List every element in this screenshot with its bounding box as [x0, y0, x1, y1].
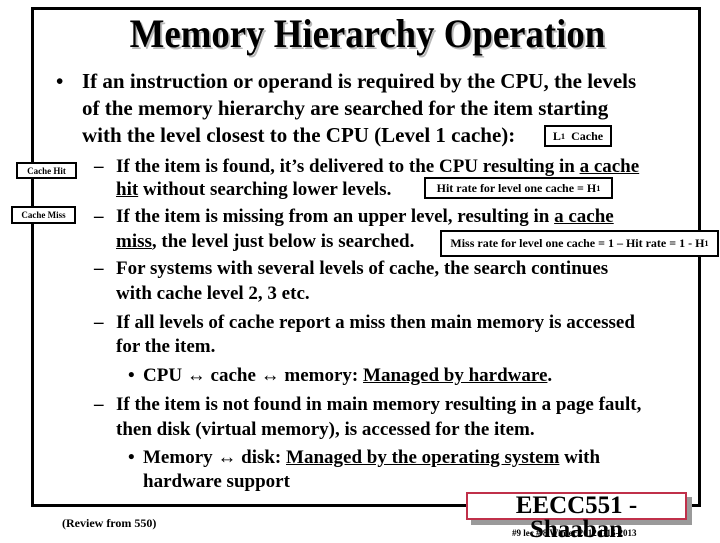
hit-rate-sub: 1 [596, 183, 601, 193]
course-badge: EECC551 - Shaaban [466, 492, 687, 542]
page-fault-line-2: then disk (virtual memory), is accessed … [116, 419, 535, 440]
l1-suffix: Cache [571, 128, 604, 143]
main-bullet-line-1: If an instruction or operand is required… [82, 69, 637, 93]
slide-title: Memory Hierarchy Operation [129, 11, 606, 56]
miss-line-2: miss, the level just below is searched. [116, 231, 414, 253]
l1-sub: 1 [560, 131, 566, 141]
miss-term: miss [116, 231, 152, 252]
page-fault-line-1: If the item is not found in main memory … [116, 394, 642, 415]
l1-label: L [552, 128, 561, 143]
managed-by-hardware: Managed by hardware [363, 365, 548, 386]
dash-icon: – [94, 206, 104, 227]
hit-rate-box: Hit rate for level one cache = H1 [424, 177, 613, 199]
miss-line-2-text: , the level just below is searched. [151, 231, 415, 252]
hit-line-2: hit without searching lower levels. [116, 179, 391, 201]
hit-line-1-underlined: a cache [579, 156, 640, 177]
main-bullet-line-2: of the memory hierarchy are searched for… [82, 96, 609, 120]
hit-line-1: If the item is found, it’s delivered to … [116, 156, 639, 178]
miss-line-1-underlined: a cache [554, 206, 614, 227]
bullet-icon: • [56, 69, 64, 93]
lecture-info: #9 lec # 8 Winter 2012 1-16-2013 [512, 528, 637, 538]
hit-rate-text: Hit rate for level one cache = H [436, 180, 597, 195]
review-note: (Review from 550) [62, 516, 157, 530]
cpu-cache-memory-line: CPU ↔ cache ↔ memory: Managed by hardwar… [143, 365, 552, 387]
main-bullet-line-3: with the level closest to the CPU (Level… [82, 123, 516, 147]
miss-rate-text: Miss rate for level one cache = 1 – Hit … [450, 236, 705, 250]
memory-disk-line-1: Memory ↔ disk: Managed by the operating … [143, 447, 600, 469]
several-levels-line-2: with cache level 2, 3 etc. [116, 283, 310, 304]
cache-hit-label: Cache Hit [27, 165, 66, 176]
dash-icon: – [94, 258, 104, 279]
l1-cache-box: L1 Cache [544, 125, 612, 147]
memory-disk-text: Memory ↔ disk: [143, 447, 287, 468]
hit-line-2-text: without searching lower levels. [138, 179, 392, 200]
miss-line-1: If the item is missing from an upper lev… [116, 206, 614, 228]
period: . [547, 365, 553, 386]
memory-disk-with: with [559, 447, 601, 468]
hit-line-1-text: If the item is found, it’s delivered to … [116, 156, 580, 177]
dash-icon: – [94, 312, 104, 333]
memory-disk-line-2: hardware support [143, 471, 290, 492]
cpu-cache-memory-text: CPU ↔ cache ↔ memory: [143, 365, 364, 386]
dash-icon: – [94, 394, 104, 415]
bullet-icon: • [128, 447, 135, 468]
dash-icon: – [94, 156, 104, 177]
several-levels-line-1: For systems with several levels of cache… [116, 258, 609, 279]
cache-miss-label-box: Cache Miss [11, 206, 76, 224]
bullet-icon: • [128, 365, 135, 386]
cache-hit-label-box: Cache Hit [16, 162, 77, 179]
miss-rate-box: Miss rate for level one cache = 1 – Hit … [440, 230, 719, 257]
miss-rate-sub: 1 [704, 239, 709, 248]
cache-miss-label: Cache Miss [21, 210, 66, 220]
all-miss-line-1: If all levels of cache report a miss the… [116, 312, 635, 333]
miss-line-1-text: If the item is missing from an upper lev… [116, 206, 555, 227]
managed-by-os: Managed by the operating system [286, 447, 560, 468]
all-miss-line-2: for the item. [116, 336, 216, 357]
hit-term: hit [116, 179, 139, 200]
